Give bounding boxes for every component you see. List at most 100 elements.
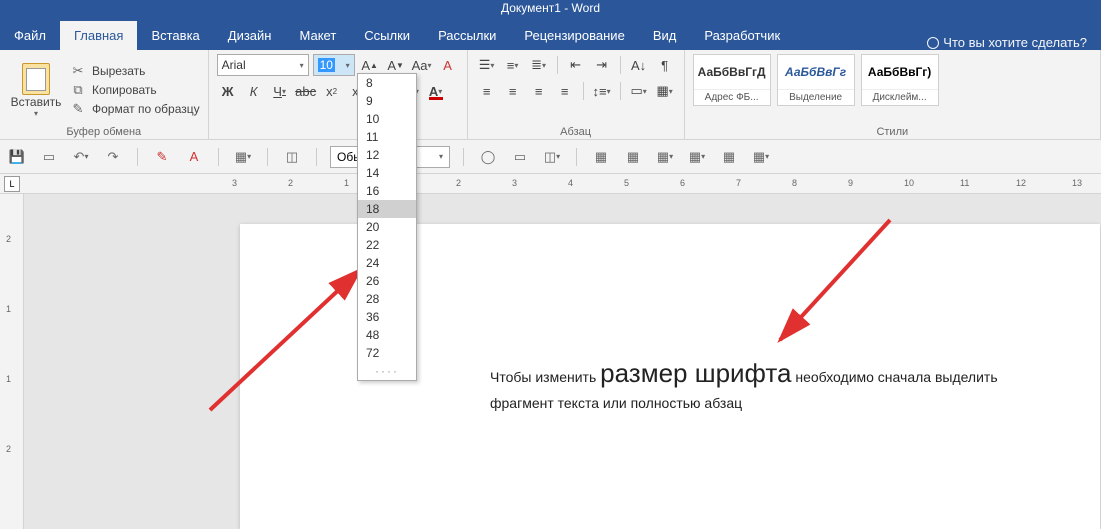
font-size-option[interactable]: 18: [358, 200, 416, 218]
clipboard-icon: [22, 63, 50, 95]
cut-button[interactable]: ✂Вырезать: [70, 63, 200, 79]
qat-button[interactable]: ▦: [590, 146, 612, 168]
group-label: Абзац: [476, 126, 676, 140]
font-size-option[interactable]: 16: [358, 182, 416, 200]
tab-selector[interactable]: L: [4, 176, 20, 192]
font-size-option[interactable]: 72: [358, 344, 416, 362]
save-button[interactable]: 💾: [6, 146, 28, 168]
qat-button[interactable]: ▦▾: [686, 146, 708, 168]
justify-button[interactable]: ≡: [554, 80, 576, 102]
format-painter-button[interactable]: ✎Формат по образцу: [70, 101, 200, 117]
align-center-button[interactable]: ≡: [502, 80, 524, 102]
qat-button[interactable]: ◫: [281, 146, 303, 168]
title-bar: Документ1 - Word: [0, 0, 1101, 18]
document-area: 2112 Чтобы изменить размер шрифта необхо…: [0, 194, 1101, 529]
redo-button[interactable]: ↷: [102, 146, 124, 168]
annotation-arrow: [760, 210, 900, 370]
qat-button[interactable]: ✎: [151, 146, 173, 168]
font-size-option[interactable]: 28: [358, 290, 416, 308]
brush-icon: ✎: [70, 101, 86, 117]
multilevel-button[interactable]: ≣▾: [528, 54, 550, 76]
sort-button[interactable]: A↓: [628, 54, 650, 76]
shading-button[interactable]: ▭▾: [628, 80, 650, 102]
font-size-option[interactable]: 14: [358, 164, 416, 182]
tab-references[interactable]: Ссылки: [350, 21, 424, 50]
qat-button[interactable]: ▦: [718, 146, 740, 168]
lightbulb-icon: [927, 37, 939, 49]
tab-home[interactable]: Главная: [60, 21, 137, 50]
borders-button[interactable]: ▦▾: [654, 80, 676, 102]
qat-button[interactable]: ▦▾: [750, 146, 772, 168]
bullets-button[interactable]: ☰▾: [476, 54, 498, 76]
vertical-ruler[interactable]: 2112: [0, 194, 24, 529]
paste-button[interactable]: Вставить ▾: [8, 54, 64, 126]
qat-button[interactable]: ▦▾: [654, 146, 676, 168]
font-size-option[interactable]: 11: [358, 128, 416, 146]
increase-indent-button[interactable]: ⇥: [591, 54, 613, 76]
group-paragraph: ☰▾ ≡▾ ≣▾ ⇤ ⇥ A↓ ¶ ≡ ≡ ≡ ≡ ↕≡▾: [468, 50, 685, 140]
italic-button[interactable]: К: [243, 80, 265, 102]
tell-me-search[interactable]: Что вы хотите сделать?: [913, 35, 1101, 50]
chevron-down-icon: ▾: [296, 61, 304, 70]
tab-view[interactable]: Вид: [639, 21, 691, 50]
qat-button[interactable]: ◫▾: [541, 146, 563, 168]
quick-access-toolbar: 💾 ▭ ↶▾ ↷ ✎ A ▦▾ ◫ Обычный▾ ◯ ▭ ◫▾ ▦ ▦ ▦▾…: [0, 140, 1101, 174]
group-clipboard: Вставить ▾ ✂Вырезать ⧉Копировать ✎Формат…: [0, 50, 209, 140]
qat-button[interactable]: ▦: [622, 146, 644, 168]
copy-icon: ⧉: [70, 82, 86, 98]
font-size-option[interactable]: 26: [358, 272, 416, 290]
ribbon-tabs: Файл Главная Вставка Дизайн Макет Ссылки…: [0, 18, 1101, 50]
tab-insert[interactable]: Вставка: [137, 21, 213, 50]
style-item[interactable]: АаБбВвГгВыделение: [777, 54, 855, 106]
undo-button[interactable]: ↶▾: [70, 146, 92, 168]
annotation-arrow: [200, 200, 380, 420]
group-label: [217, 126, 459, 140]
tab-mailings[interactable]: Рассылки: [424, 21, 510, 50]
show-marks-button[interactable]: ¶: [654, 54, 676, 76]
group-label: Буфер обмена: [8, 126, 200, 140]
qat-button[interactable]: ▭: [509, 146, 531, 168]
font-name-combo[interactable]: Arial▾: [217, 54, 309, 76]
scissors-icon: ✂: [70, 63, 86, 79]
style-item[interactable]: АаБбВвГгДАдрес ФБ...: [693, 54, 771, 106]
tab-design[interactable]: Дизайн: [214, 21, 286, 50]
numbering-button[interactable]: ≡▾: [502, 54, 524, 76]
copy-button[interactable]: ⧉Копировать: [70, 82, 200, 98]
font-size-combo[interactable]: 10▾: [313, 54, 355, 76]
tab-review[interactable]: Рецензирование: [510, 21, 638, 50]
decrease-indent-button[interactable]: ⇤: [565, 54, 587, 76]
horizontal-ruler[interactable]: 32112345678910111213: [32, 174, 1101, 194]
clear-formatting-button[interactable]: A: [437, 54, 459, 76]
font-size-option[interactable]: 24: [358, 254, 416, 272]
font-size-option[interactable]: 36: [358, 308, 416, 326]
align-left-button[interactable]: ≡: [476, 80, 498, 102]
qat-button[interactable]: ◯: [477, 146, 499, 168]
ruler-area: L 32112345678910111213: [0, 174, 1101, 194]
group-font: Arial▾ 10▾ A▲ A▼ Aa▾ A Ж К Ч▾ abc x2 x2 …: [209, 50, 468, 140]
font-color-button[interactable]: A▾: [425, 80, 447, 102]
chevron-down-icon: ▾: [342, 61, 350, 70]
font-size-option[interactable]: 10: [358, 110, 416, 128]
underline-button[interactable]: Ч▾: [269, 80, 291, 102]
font-size-option[interactable]: 8: [358, 74, 416, 92]
qat-button[interactable]: ▦▾: [232, 146, 254, 168]
group-styles: АаБбВвГгДАдрес ФБ... АаБбВвГгВыделение А…: [685, 50, 1101, 140]
qat-button[interactable]: ▭: [38, 146, 60, 168]
font-size-option[interactable]: 22: [358, 236, 416, 254]
font-size-option[interactable]: 12: [358, 146, 416, 164]
font-size-dropdown: 891011121416182022242628364872····: [357, 73, 417, 381]
tab-developer[interactable]: Разработчик: [690, 21, 794, 50]
qat-button[interactable]: A: [183, 146, 205, 168]
font-size-option[interactable]: 20: [358, 218, 416, 236]
font-size-option[interactable]: 48: [358, 326, 416, 344]
tab-layout[interactable]: Макет: [285, 21, 350, 50]
subscript-button[interactable]: x2: [321, 80, 343, 102]
line-spacing-button[interactable]: ↕≡▾: [591, 80, 613, 102]
font-size-option[interactable]: 9: [358, 92, 416, 110]
align-right-button[interactable]: ≡: [528, 80, 550, 102]
bold-button[interactable]: Ж: [217, 80, 239, 102]
strikethrough-button[interactable]: abc: [295, 80, 317, 102]
ribbon: Вставить ▾ ✂Вырезать ⧉Копировать ✎Формат…: [0, 50, 1101, 140]
style-item[interactable]: АаБбВвГг)Дисклейм...: [861, 54, 939, 106]
tab-file[interactable]: Файл: [0, 21, 60, 50]
